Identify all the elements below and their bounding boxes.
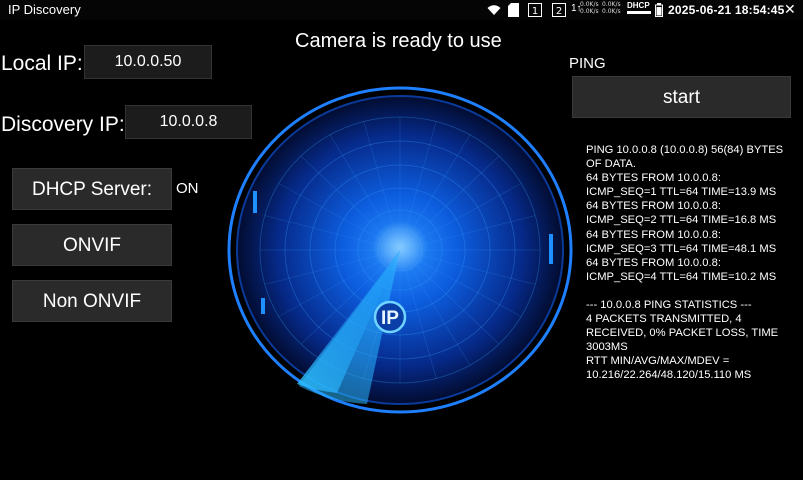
ping-log-line: 64 BYTES FROM 10.0.0.8: ICMP_SEQ=2 TTL=6… bbox=[586, 200, 777, 227]
network-speed-1: 0.0K/s 0.0K/s bbox=[580, 1, 599, 15]
numeric-1-icon: 1 bbox=[528, 3, 542, 17]
non-onvif-button[interactable]: Non ONVIF bbox=[12, 280, 172, 322]
start-ping-button[interactable]: start bbox=[572, 76, 791, 118]
svg-text:1: 1 bbox=[532, 6, 538, 17]
ping-log-line: 64 BYTES FROM 10.0.0.8: ICMP_SEQ=3 TTL=6… bbox=[586, 228, 777, 255]
battery-icon bbox=[655, 3, 663, 17]
app-title: IP Discovery bbox=[8, 2, 81, 17]
speed-down-2: 0.0K/s bbox=[602, 8, 621, 15]
svg-text:2: 2 bbox=[556, 6, 562, 17]
ping-log-line: RTT MIN/AVG/MAX/MDEV = 10.216/22.264/48.… bbox=[586, 355, 752, 382]
status-bar: IP Discovery 1 2 1↑ 0.0K/s 0.0K/s 0.0K/s… bbox=[0, 0, 803, 20]
ping-log-line: --- 10.0.0.8 PING STATISTICS --- bbox=[586, 298, 752, 311]
datetime: 2025-06-21 18:54:45 bbox=[668, 3, 785, 17]
local-ip-field[interactable]: 10.0.0.50 bbox=[84, 45, 212, 79]
close-icon[interactable]: ✕ bbox=[784, 1, 796, 18]
local-ip-label: Local IP: bbox=[1, 52, 83, 75]
ping-log-line: PING 10.0.0.8 (10.0.0.8) 56(84) BYTES OF… bbox=[586, 144, 784, 171]
ping-log-line: 4 PACKETS TRANSMITTED, 4 RECEIVED, 0% PA… bbox=[586, 313, 779, 354]
speed-up-1: 0.0K/s bbox=[580, 1, 599, 8]
dhcp-server-state: ON bbox=[176, 180, 199, 197]
ping-log-line: 64 BYTES FROM 10.0.0.8: ICMP_SEQ=4 TTL=6… bbox=[586, 256, 777, 283]
dhcp-server-button[interactable]: DHCP Server: bbox=[12, 168, 172, 210]
numeric-2-icon: 2 bbox=[552, 3, 566, 17]
network-speed-2: 0.0K/s 0.0K/s bbox=[602, 1, 621, 15]
ping-title: PING bbox=[569, 55, 606, 72]
ping-output-log: PING 10.0.0.8 (10.0.0.8) 56(84) BYTES OF… bbox=[586, 143, 791, 383]
onvif-button[interactable]: ONVIF bbox=[12, 224, 172, 266]
radar-ip-label: IP bbox=[381, 308, 399, 329]
sd-card-icon bbox=[508, 3, 519, 17]
radar-scanner: IP bbox=[227, 86, 573, 414]
dhcp-status-badge: DHCP bbox=[627, 1, 651, 14]
camera-status-message: Camera is ready to use bbox=[295, 30, 502, 52]
wifi-icon bbox=[487, 5, 501, 15]
ping-log-blank bbox=[586, 284, 791, 298]
speed-up-2: 0.0K/s bbox=[602, 1, 621, 8]
ping-log-line: 64 BYTES FROM 10.0.0.8: ICMP_SEQ=1 TTL=6… bbox=[586, 172, 777, 199]
speed-down-1: 0.0K/s bbox=[580, 8, 599, 15]
dhcp-badge-label: DHCP bbox=[627, 1, 650, 10]
discovery-ip-label: Discovery IP: bbox=[1, 113, 125, 136]
